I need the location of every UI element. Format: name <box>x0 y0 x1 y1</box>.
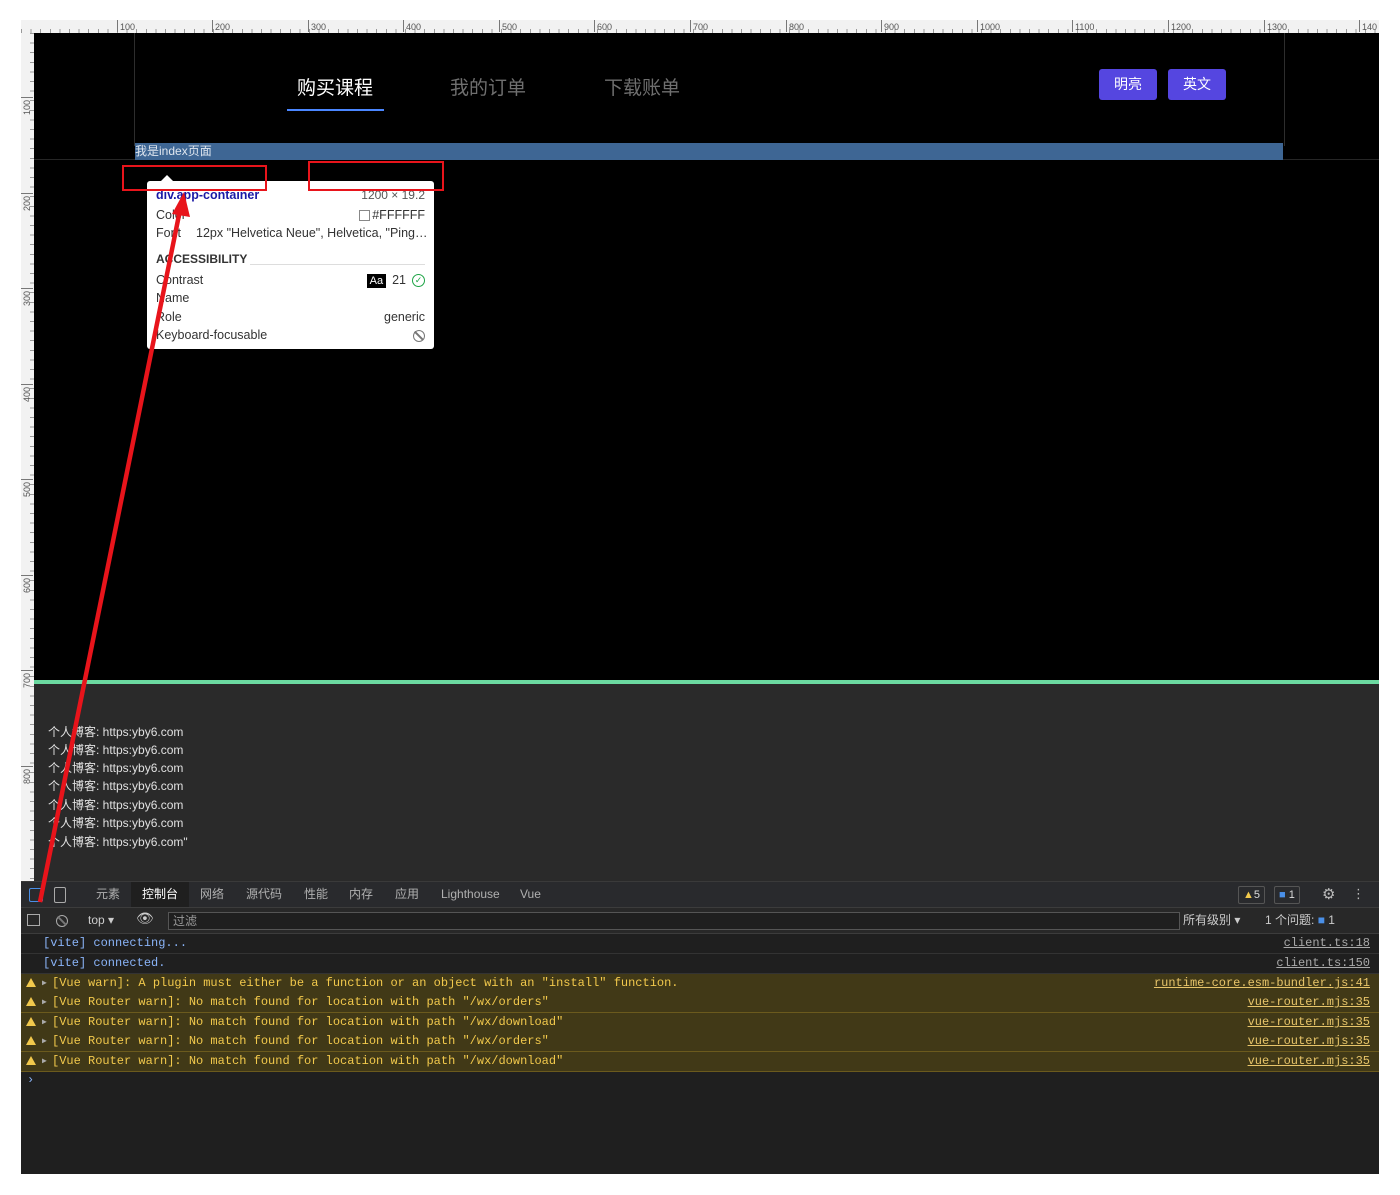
annotation-arrow-head <box>172 192 190 217</box>
annotation-arrow-line <box>37 209 183 903</box>
annotation-arrow <box>37 192 190 903</box>
screenshot-frame: 100 200 300 400 500 600 700 800 900 1000… <box>21 20 1379 1174</box>
